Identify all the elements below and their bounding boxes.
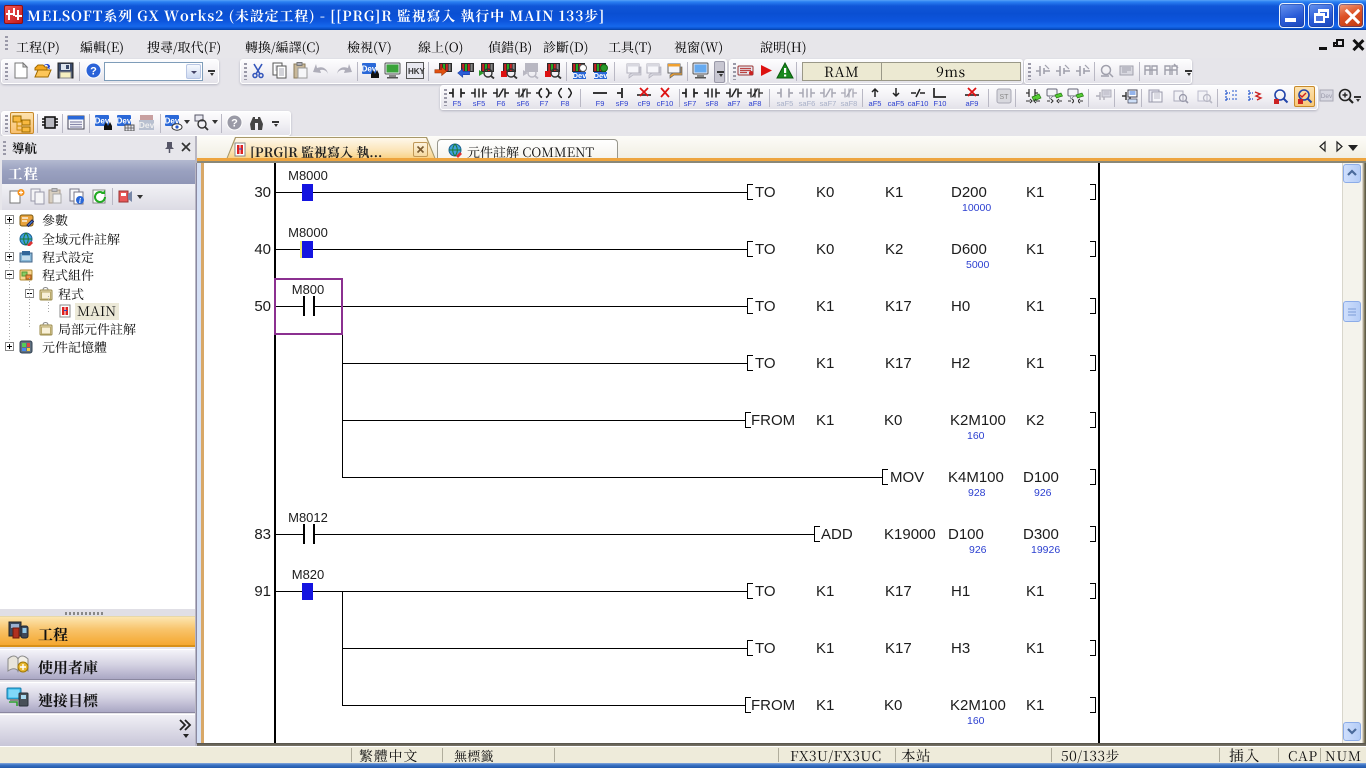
svg-text:?: ? xyxy=(90,66,97,78)
svg-text:Dev: Dev xyxy=(362,65,377,74)
svg-text:Dev: Dev xyxy=(95,117,110,126)
svg-text:i: i xyxy=(79,197,81,205)
svg-text:Dev: Dev xyxy=(573,71,588,79)
svg-text:Dev: Dev xyxy=(594,71,609,79)
svg-text:Dev: Dev xyxy=(139,120,155,130)
svg-text:ST: ST xyxy=(1000,94,1010,101)
svg-text:Dev: Dev xyxy=(117,117,132,126)
svg-text:Dev: Dev xyxy=(1321,93,1333,100)
svg-text:?: ? xyxy=(231,118,238,130)
